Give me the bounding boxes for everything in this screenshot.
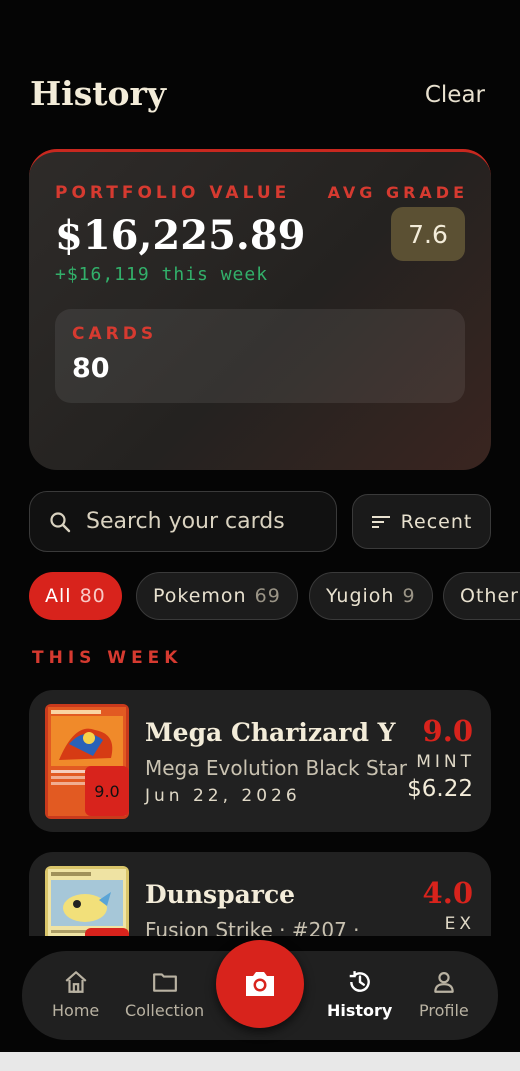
cards-label: CARDS (72, 324, 158, 344)
filter-chip-count: 9 (402, 585, 416, 607)
portfolio-card: PORTFOLIO VALUE $16,225.89 +$16,119 this… (29, 149, 491, 470)
sort-button[interactable]: Recent (352, 494, 491, 549)
card-name: Dunsparce (145, 880, 296, 909)
nav-label: Profile (419, 1001, 469, 1020)
card-price: $6.22 (407, 776, 473, 802)
nav-profile[interactable]: Profile (419, 969, 469, 1020)
nav-history[interactable]: History (327, 969, 392, 1020)
history-screen: History Clear PORTFOLIO VALUE $16,225.89… (0, 0, 520, 1052)
history-icon (349, 971, 370, 992)
filter-chip-yugioh[interactable]: Yugioh 9 (309, 572, 433, 620)
card-grade: 4.0 (422, 876, 473, 910)
card-condition: MINT (416, 752, 475, 772)
cards-count: 80 (72, 353, 110, 384)
filter-chip-label: All (45, 585, 72, 607)
search-icon (50, 511, 71, 532)
filter-chip-all[interactable]: All 80 (29, 572, 122, 620)
nav-home[interactable]: Home (52, 969, 99, 1020)
nav-label: Home (52, 1001, 100, 1020)
nav-label: Collection (125, 1001, 205, 1020)
sort-icon (371, 515, 390, 528)
thumbnail-grade-badge: 9.0 (85, 766, 129, 816)
filter-chip-label: Yugioh (326, 585, 395, 607)
page-title: History (30, 74, 167, 113)
portfolio-value-label: PORTFOLIO VALUE (55, 183, 291, 203)
nav-label: History (327, 1001, 393, 1020)
search-box[interactable] (29, 491, 337, 552)
card-date: Jun 22, 2026 (145, 786, 301, 806)
filter-chip-count: 69 (254, 585, 281, 607)
card-grade: 9.0 (422, 714, 473, 748)
card-name: Mega Charizard Y (145, 718, 396, 747)
cards-count-box: CARDS 80 (55, 309, 465, 403)
avg-grade-label: AVG GRADE (327, 183, 468, 202)
filter-chip-pokemon[interactable]: Pokemon 69 (136, 572, 298, 620)
history-item[interactable]: 9.0 Mega Charizard Y Mega Evolution Blac… (29, 690, 491, 832)
avg-grade-badge: 7.6 (391, 207, 465, 261)
folder-icon (152, 973, 177, 992)
card-set: Mega Evolution Black Star (145, 756, 407, 780)
card-condition: EX (444, 914, 475, 934)
home-icon (65, 971, 87, 993)
filter-chip-label: Pokemon (153, 585, 247, 607)
filter-chip-count: 80 (79, 585, 106, 607)
section-label-this-week: THIS WEEK (32, 648, 183, 668)
portfolio-value: $16,225.89 (55, 212, 306, 259)
system-bottom-strip (0, 1052, 520, 1071)
filter-chip-other[interactable]: Other (443, 572, 520, 620)
nav-collection[interactable]: Collection (125, 969, 204, 1020)
person-icon (434, 972, 454, 993)
sort-label: Recent (400, 510, 473, 533)
camera-icon (246, 972, 274, 996)
card-thumbnail: 9.0 (45, 704, 129, 819)
portfolio-change: +$16,119 this week (55, 264, 269, 285)
search-input[interactable] (86, 509, 316, 534)
filter-chip-label: Other (460, 585, 519, 607)
clear-button[interactable]: Clear (425, 82, 485, 108)
camera-button[interactable] (216, 940, 304, 1028)
